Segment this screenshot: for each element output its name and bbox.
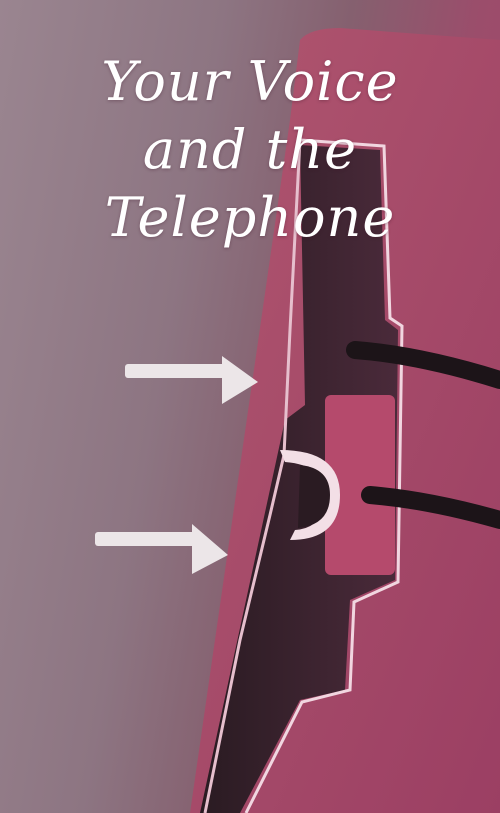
title-line-1: Your Voice [101,50,399,113]
arrow-upper-icon [125,356,258,404]
arrow-lower-icon [95,524,228,574]
title-line-2: and the [142,118,358,181]
title-line-3: Telephone [104,186,396,249]
poster-title: Your Voice and the Telephone [0,48,500,252]
poster: Your Voice and the Telephone [0,0,500,813]
